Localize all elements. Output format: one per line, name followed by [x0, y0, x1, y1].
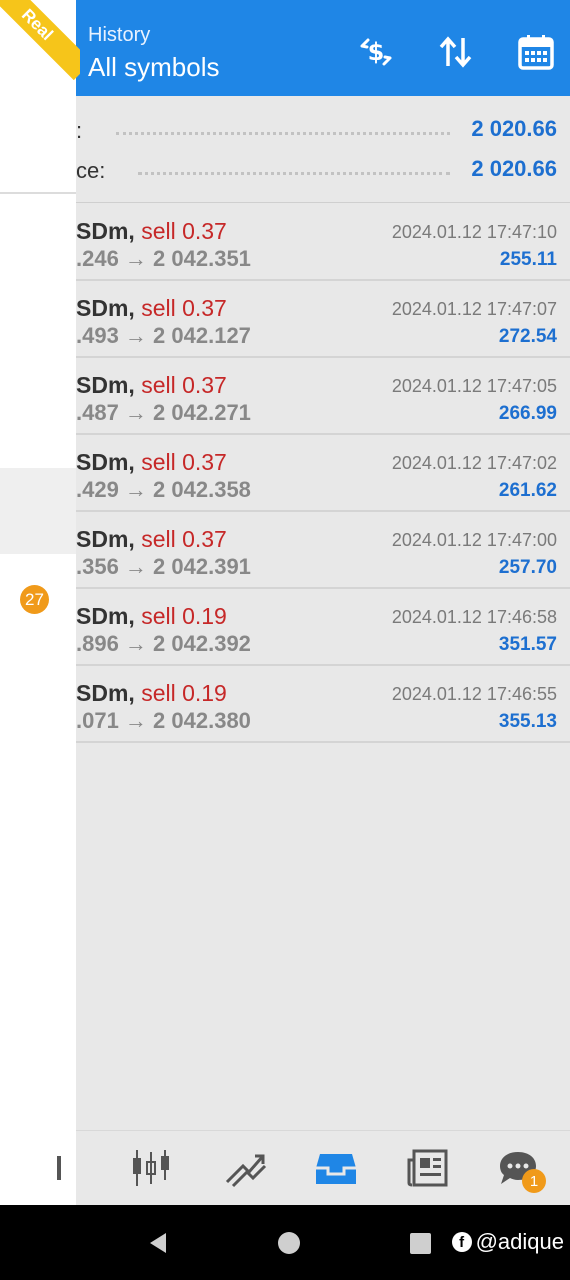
recents-icon[interactable] — [404, 1227, 436, 1259]
trade-profit: 351.57 — [498, 634, 557, 655]
trade-row[interactable]: SDm, sell 0.19.071 → 2 042.380 2024.01.12… — [76, 666, 570, 743]
trade-time: 2024.01.12 17:47:02 — [391, 453, 557, 473]
trade-row[interactable]: SDm, sell 0.37.246 → 2 042.351 2024.01.12… — [76, 204, 570, 281]
trade-time: 2024.01.12 17:47:10 — [391, 222, 557, 242]
history-icon[interactable] — [311, 1143, 361, 1193]
trade-time: 2024.01.12 17:46:55 — [391, 684, 557, 704]
header-title[interactable]: All symbols — [88, 52, 219, 83]
symbol-name: SDm, — [76, 449, 135, 475]
symbol-name: SDm, — [76, 295, 135, 321]
trade-row[interactable]: SDm, sell 0.37.356 → 2 042.391 2024.01.12… — [76, 512, 570, 589]
dotted-leader — [116, 132, 450, 135]
drawer-selected-item[interactable] — [0, 468, 76, 554]
trade-time: 2024.01.12 17:47:00 — [391, 530, 557, 550]
trade-profit: 261.62 — [498, 480, 557, 501]
trade-prices: .493 → 2 042.127 — [76, 323, 251, 348]
svg-text:$: $ — [368, 38, 385, 66]
trade-side-volume: sell 0.37 — [141, 295, 227, 321]
trade-time: 2024.01.12 17:47:07 — [391, 299, 557, 319]
chat-badge: 1 — [522, 1169, 546, 1193]
side-drawer[interactable]: Real 27 — [0, 0, 80, 1205]
trade-row[interactable]: SDm, sell 0.19.896 → 2 042.392 2024.01.12… — [76, 589, 570, 666]
trade-side-volume: sell 0.37 — [141, 218, 227, 244]
trade-side-volume: sell 0.37 — [141, 449, 227, 475]
quotes-icon[interactable] — [50, 1143, 80, 1193]
bottom-navigation: 1 — [57, 1130, 570, 1205]
summary-value: 2 020.66 — [471, 116, 557, 141]
drawer-divider — [0, 192, 76, 194]
system-navigation-bar: f @adique — [0, 1205, 570, 1280]
summary-label: ce: — [76, 158, 106, 183]
trade-icon[interactable] — [220, 1143, 270, 1193]
currency-exchange-icon[interactable]: $ — [354, 30, 398, 74]
trade-symbol: SDm, sell 0.37 — [76, 295, 227, 322]
news-icon[interactable] — [403, 1143, 453, 1193]
trade-profit: 255.11 — [499, 249, 557, 270]
trade-side-volume: sell 0.37 — [141, 372, 227, 398]
sort-icon[interactable] — [434, 30, 478, 74]
chart-icon[interactable] — [126, 1143, 176, 1193]
trade-symbol: SDm, sell 0.19 — [76, 680, 227, 707]
symbol-name: SDm, — [76, 680, 135, 706]
trade-time: 2024.01.12 17:46:58 — [391, 607, 557, 627]
trade-prices: .429 → 2 042.358 — [76, 477, 251, 502]
account-type-ribbon: Real — [0, 0, 80, 80]
trade-prices: .356 → 2 042.391 — [76, 554, 251, 579]
trade-prices: .071 → 2 042.380 — [76, 708, 251, 733]
symbol-name: SDm, — [76, 372, 135, 398]
chat-icon[interactable]: 1 — [490, 1143, 546, 1193]
ribbon-label: Real — [0, 0, 80, 80]
trade-symbol: SDm, sell 0.19 — [76, 603, 227, 630]
header-subtitle: History — [88, 24, 151, 46]
divider — [76, 202, 570, 203]
summary-label: : — [76, 118, 83, 143]
trade-symbol: SDm, sell 0.37 — [76, 526, 227, 553]
trade-row[interactable]: SDm, sell 0.37.493 → 2 042.127 2024.01.12… — [76, 281, 570, 358]
trade-row[interactable]: SDm, sell 0.37.429 → 2 042.358 2024.01.12… — [76, 435, 570, 512]
trade-prices: .246 → 2 042.351 — [76, 246, 251, 271]
trade-profit: 257.70 — [498, 557, 557, 578]
summary-row-balance: ce: 2 020.66 — [76, 152, 570, 192]
trade-prices: .896 → 2 042.392 — [76, 631, 251, 656]
trade-symbol: SDm, sell 0.37 — [76, 372, 227, 399]
trade-prices: .487 → 2 042.271 — [76, 400, 251, 425]
watermark-text: @adique — [475, 1229, 564, 1254]
trade-row[interactable]: SDm, sell 0.37.487 → 2 042.271 2024.01.12… — [76, 358, 570, 435]
notification-badge: 27 — [20, 585, 49, 614]
dotted-leader — [138, 172, 450, 175]
app-header: History All symbols $ — [0, 0, 570, 96]
back-icon[interactable] — [142, 1227, 174, 1259]
symbol-name: SDm, — [76, 526, 135, 552]
trade-time: 2024.01.12 17:47:05 — [391, 376, 557, 396]
summary-row-profit: : 2 020.66 — [76, 112, 570, 152]
trade-profit: 272.54 — [498, 326, 557, 347]
trade-side-volume: sell 0.19 — [141, 603, 227, 629]
trade-side-volume: sell 0.37 — [141, 526, 227, 552]
trade-side-volume: sell 0.19 — [141, 680, 227, 706]
symbol-name: SDm, — [76, 603, 135, 629]
facebook-icon: f — [451, 1232, 472, 1252]
calendar-icon[interactable] — [514, 30, 558, 74]
watermark: f @adique — [451, 1229, 564, 1255]
home-icon[interactable] — [273, 1227, 305, 1259]
summary-value: 2 020.66 — [471, 156, 557, 181]
trade-symbol: SDm, sell 0.37 — [76, 449, 227, 476]
symbol-name: SDm, — [76, 218, 135, 244]
trade-profit: 266.99 — [498, 403, 557, 424]
trade-profit: 355.13 — [498, 711, 557, 732]
trade-symbol: SDm, sell 0.37 — [76, 218, 227, 245]
